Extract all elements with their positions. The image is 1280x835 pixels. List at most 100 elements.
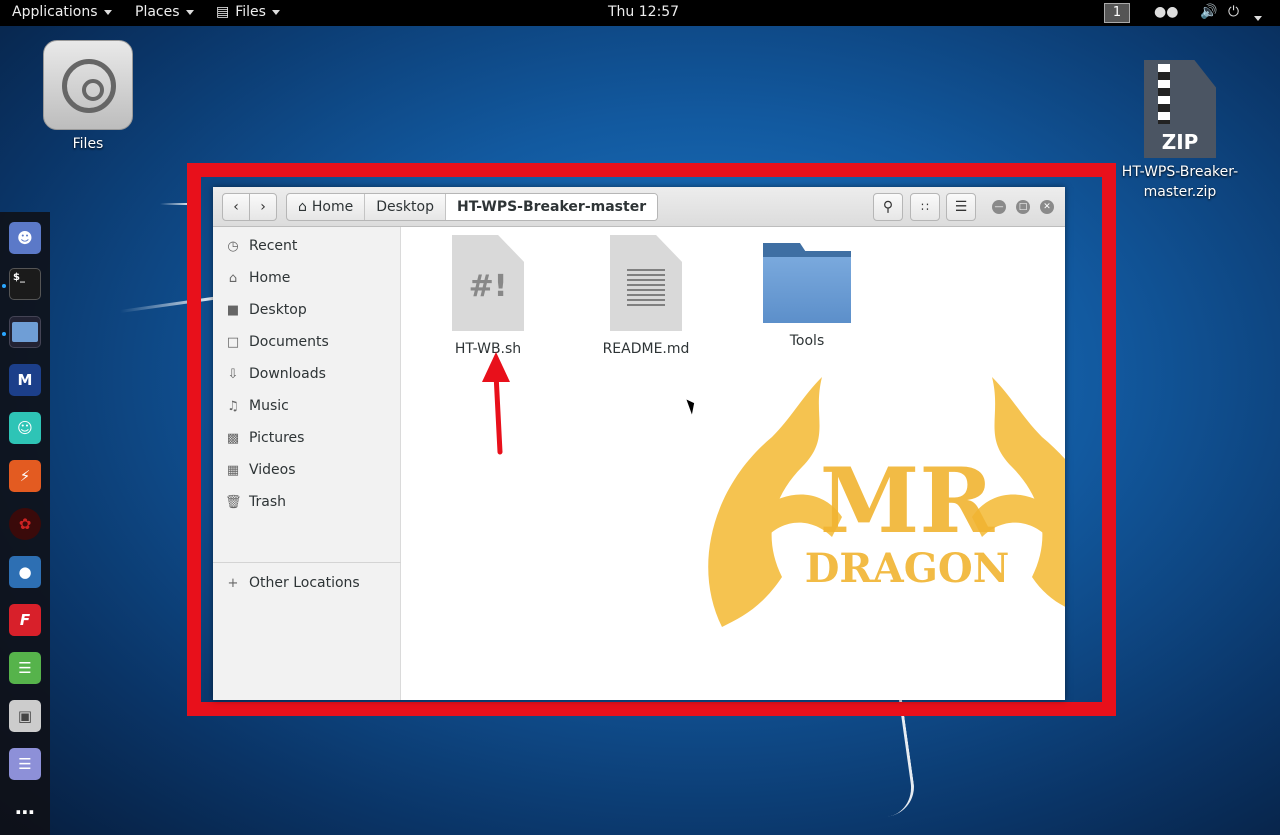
file-item-tools[interactable]: Tools [747, 235, 867, 349]
clock[interactable]: Thu 12:57 [608, 4, 679, 20]
zip-desktop-label: HT-WPS-Breaker- master.zip [1121, 164, 1239, 200]
file-label: README.md [602, 341, 690, 357]
annotation-arrow [482, 352, 510, 455]
sidebar-item-music[interactable]: ♫ Music [213, 392, 401, 420]
files-app-menu[interactable]: ▤ Files [216, 4, 280, 20]
metasploit-icon[interactable]: M [9, 364, 41, 396]
zip-archive-icon: ZIP [1144, 60, 1216, 158]
menu-button[interactable]: ☰ [946, 193, 976, 221]
chevron-down-icon [271, 9, 280, 15]
minimize-icon: — [994, 201, 1004, 212]
kali-browser-icon[interactable]: ☻ [9, 222, 41, 254]
breadcrumb-desktop[interactable]: Desktop [365, 194, 446, 220]
wallpaper-streak [872, 698, 918, 817]
breadcrumb: ⌂ Home Desktop HT-WPS-Breaker-master [286, 193, 659, 221]
download-icon: ⇩ [227, 366, 239, 382]
show-applications-icon[interactable]: ⋯ [9, 796, 41, 828]
files-desktop-label: Files [72, 136, 104, 152]
pictures-icon: ▩ [226, 430, 240, 446]
screenshot-icon[interactable]: ▣ [9, 700, 41, 732]
sidebar-item-desktop[interactable]: ■ Desktop [213, 296, 401, 324]
file-label: Tools [789, 333, 825, 349]
film-icon: ▦ [226, 462, 240, 478]
watermark-line2: DRAGON [805, 545, 1010, 592]
home-icon: ⌂ [228, 270, 238, 286]
top-panel: Applications Places ▤ Files Thu 12:57 1 … [0, 0, 1280, 26]
search-icon: ⚲ [882, 199, 894, 215]
people-icon[interactable]: ●● [1154, 4, 1178, 20]
back-button[interactable]: ‹ [222, 193, 250, 221]
maximize-icon: □ [1018, 201, 1028, 212]
terminal-icon[interactable]: $_ [9, 268, 41, 300]
window-headerbar: ‹ › ⌂ Home Desktop HT-WPS-Breaker-master… [213, 187, 1065, 227]
hamburger-icon: ☰ [954, 199, 968, 215]
chevron-right-icon: › [260, 199, 266, 215]
file-item-ht-wb-sh[interactable]: #! HT-WB.sh [428, 235, 548, 357]
sidebar-divider [213, 562, 401, 563]
chevron-down-icon [103, 9, 112, 15]
faraday-icon[interactable]: F [9, 604, 41, 636]
running-indicator [2, 332, 6, 336]
applications-menu[interactable]: Applications [12, 4, 112, 20]
grid-icon: ∷ [921, 200, 929, 214]
file-view: #! HT-WB.sh README.md Tools MR DRAGON [402, 227, 1065, 700]
view-toggle-button[interactable]: ∷ [910, 193, 940, 221]
sidebar-item-videos[interactable]: ▦ Videos [213, 456, 401, 484]
music-icon: ♫ [227, 398, 239, 414]
files-menu-label: Files [235, 4, 266, 20]
maximize-button[interactable]: □ [1016, 200, 1030, 214]
script-icon: #! [452, 235, 524, 331]
maltego-icon[interactable]: ● [9, 556, 41, 588]
dash-dock: ☻ $_ M ☺ ⚡ ✿ ● F ☰ ▣ ☰ ⋯ [0, 212, 50, 835]
forward-button[interactable]: › [249, 193, 277, 221]
home-icon: ⌂ [298, 199, 307, 215]
sidebar-item-recent[interactable]: ◷ Recent [213, 232, 401, 260]
beef-icon[interactable]: ✿ [9, 508, 41, 540]
running-indicator [2, 284, 6, 288]
chevron-down-icon [185, 9, 194, 15]
applications-menu-label: Applications [12, 4, 98, 20]
files-window: ‹ › ⌂ Home Desktop HT-WPS-Breaker-master… [213, 187, 1065, 700]
places-sidebar: ◷ Recent ⌂ Home ■ Desktop □ Documents ⇩ Downl… [213, 227, 401, 700]
mr-dragon-watermark: MR DRAGON [708, 377, 1065, 627]
sidebar-item-downloads[interactable]: ⇩ Downloads [213, 360, 401, 388]
sidebar-item-documents[interactable]: □ Documents [213, 328, 401, 356]
zip-badge: ZIP [1161, 130, 1199, 154]
sidebar-item-home[interactable]: ⌂ Home [213, 264, 401, 292]
close-icon: ✕ [1043, 201, 1051, 212]
zip-desktop-icon[interactable]: ZIP HT-WPS-Breaker- master.zip [1116, 60, 1244, 202]
sidebar-item-pictures[interactable]: ▩ Pictures [213, 424, 401, 452]
close-button[interactable]: ✕ [1040, 200, 1054, 214]
breadcrumb-home[interactable]: ⌂ Home [287, 194, 366, 220]
volume-icon[interactable]: 🔊 [1200, 4, 1217, 20]
workspace-indicator[interactable]: 1 [1104, 3, 1130, 23]
plus-icon: + [227, 575, 239, 591]
text-document-icon [610, 235, 682, 331]
places-menu-label: Places [135, 4, 180, 20]
document-icon: □ [226, 334, 240, 350]
search-button[interactable]: ⚲ [873, 193, 903, 221]
watermark-line1: MR [820, 448, 996, 554]
breadcrumb-current[interactable]: HT-WPS-Breaker-master [445, 194, 658, 220]
folder-icon [763, 243, 851, 323]
sidebar-item-trash[interactable]: 🗑 Trash [213, 488, 401, 516]
folder-icon: ■ [226, 302, 240, 318]
places-menu[interactable]: Places [135, 4, 194, 20]
disc-icon [43, 40, 133, 130]
leafpad-icon[interactable]: ☰ [9, 652, 41, 684]
power-icon[interactable]: ⏻ [1228, 4, 1239, 20]
files-dock-icon[interactable] [9, 316, 41, 348]
files-desktop-icon[interactable]: Files [43, 40, 133, 152]
wallpaper-streak [160, 203, 190, 205]
file-item-readme[interactable]: README.md [586, 235, 706, 357]
clock-icon: ◷ [227, 238, 239, 254]
files-menu-icon: ▤ [216, 4, 230, 20]
notes-icon[interactable]: ☰ [9, 748, 41, 780]
chevron-left-icon: ‹ [233, 199, 239, 215]
armitage-icon[interactable]: ☺ [9, 412, 41, 444]
sidebar-item-other-locations[interactable]: + Other Locations [213, 569, 401, 597]
trash-icon: 🗑 [225, 494, 242, 510]
burpsuite-icon[interactable]: ⚡ [9, 460, 41, 492]
minimize-button[interactable]: — [992, 200, 1006, 214]
chevron-down-icon[interactable] [1254, 9, 1262, 25]
